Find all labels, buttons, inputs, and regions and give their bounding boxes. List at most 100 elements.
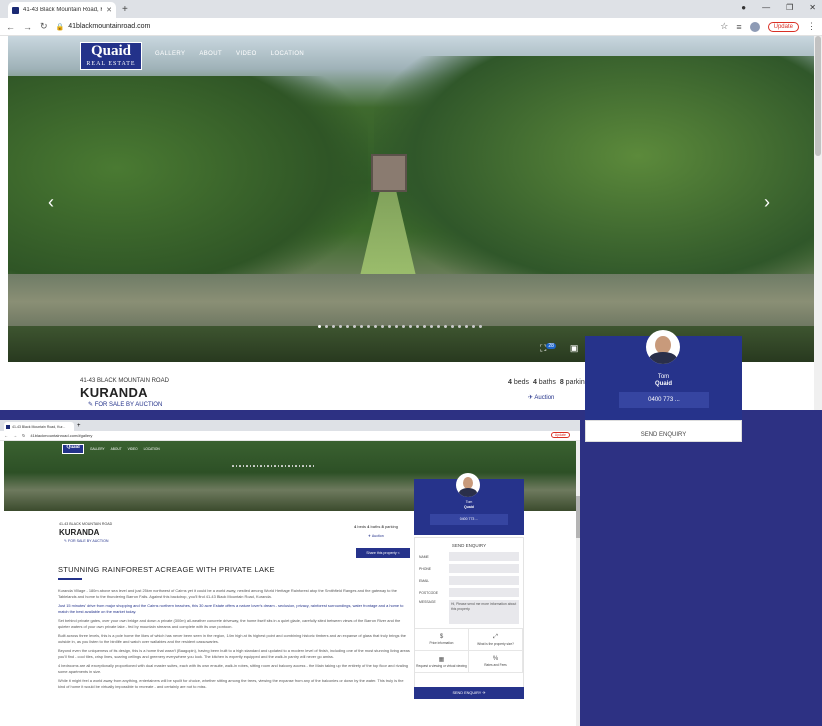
slide-dot[interactable] — [302, 465, 304, 467]
slide-dot[interactable] — [353, 325, 356, 328]
scrollbar-thumb[interactable] — [815, 36, 821, 156]
email-input[interactable] — [449, 576, 519, 585]
slide-dot[interactable] — [325, 325, 328, 328]
slide-dot[interactable] — [305, 465, 307, 467]
reload-icon[interactable]: ↻ — [40, 21, 48, 32]
forward-icon[interactable]: → — [13, 433, 17, 438]
slide-dot[interactable] — [232, 465, 234, 467]
slide-dot[interactable] — [235, 465, 237, 467]
auction-link[interactable]: ✈ Auction — [368, 534, 384, 538]
quaid-logo[interactable]: Quaid REAL ESTATE — [80, 42, 142, 70]
page-scrollbar[interactable] — [814, 36, 822, 410]
slide-dot[interactable] — [260, 465, 262, 467]
message-textarea[interactable]: Hi, Please send me more information abou… — [449, 600, 519, 624]
slide-dot[interactable] — [339, 325, 342, 328]
browser-tab[interactable]: 41-43 Black Mountain Road, Kur... ✕ — [8, 2, 116, 18]
slide-dot[interactable] — [430, 325, 433, 328]
slide-dot[interactable] — [249, 465, 251, 467]
floorplan-icon[interactable]: ▣ — [570, 343, 579, 354]
browser-tab-2[interactable]: 41-43 Black Mountain Road, Kur... — [4, 422, 74, 431]
slide-dot[interactable] — [295, 465, 297, 467]
slide-dot[interactable] — [242, 465, 244, 467]
slide-dot[interactable] — [423, 325, 426, 328]
nav-gallery[interactable]: GALLERY — [155, 51, 185, 57]
nav-video[interactable]: VIDEO — [236, 51, 257, 57]
forward-icon[interactable]: → — [23, 22, 32, 32]
send-enquiry-button[interactable]: SEND ENQUIRY ✈ — [414, 687, 524, 699]
maximize-icon[interactable]: ❐ — [786, 3, 793, 12]
slide-dot[interactable] — [267, 465, 269, 467]
reading-list-icon[interactable]: ≡ — [736, 22, 741, 32]
slide-dot[interactable] — [263, 465, 265, 467]
slide-dot[interactable] — [479, 325, 482, 328]
slide-dot[interactable] — [288, 465, 290, 467]
slide-dot[interactable] — [298, 465, 300, 467]
slide-dot[interactable] — [388, 325, 391, 328]
minimize-icon[interactable]: — — [762, 3, 770, 12]
share-property-button[interactable]: Share this property < — [356, 548, 410, 558]
slide-dot[interactable] — [395, 325, 398, 328]
slide-dot[interactable] — [416, 325, 419, 328]
quaid-logo-2[interactable]: Quaid — [62, 444, 84, 454]
update-button[interactable]: Update — [767, 21, 799, 32]
slide-dot[interactable] — [367, 325, 370, 328]
agent-phone-button[interactable]: 0400 773 ... — [430, 514, 508, 525]
slide-dot[interactable] — [284, 465, 286, 467]
slide-dot[interactable] — [360, 325, 363, 328]
slide-dot[interactable] — [246, 465, 248, 467]
close-tab-icon[interactable]: ✕ — [106, 6, 112, 14]
nav-location[interactable]: LOCATION — [144, 447, 160, 451]
slide-dot[interactable] — [437, 325, 440, 328]
slide-dot[interactable] — [409, 325, 412, 328]
slide-dot[interactable] — [281, 465, 283, 467]
slide-dot[interactable] — [381, 325, 384, 328]
slide-dot[interactable] — [291, 465, 293, 467]
phone-input[interactable] — [449, 564, 519, 573]
close-window-icon[interactable]: ✕ — [809, 3, 816, 12]
slide-dot[interactable] — [312, 465, 314, 467]
slide-dot[interactable] — [451, 325, 454, 328]
option-request-viewing[interactable]: ▦ Request a viewing or virtual viewing — [415, 651, 469, 673]
option-property-size[interactable]: ⤢ What is the property size? — [469, 629, 523, 651]
profile-dot-icon[interactable]: ● — [741, 3, 746, 12]
nav-about[interactable]: ABOUT — [199, 51, 222, 57]
slide-dot[interactable] — [332, 325, 335, 328]
slide-dot[interactable] — [277, 465, 279, 467]
prev-slide-icon[interactable]: ‹ — [48, 192, 54, 213]
profile-avatar[interactable] — [749, 21, 760, 32]
agent-phone-button[interactable]: 0400 773 ... — [619, 392, 709, 408]
slide-dot[interactable] — [402, 325, 405, 328]
reload-icon[interactable]: ↻ — [22, 433, 25, 438]
update-button-2[interactable]: Update — [550, 432, 570, 438]
scrollbar-thumb[interactable] — [576, 496, 580, 538]
url-text-2[interactable]: 41blackmountainroad.com/#gallery — [30, 433, 92, 438]
nav-video[interactable]: VIDEO — [128, 447, 138, 451]
slide-dot[interactable] — [274, 465, 276, 467]
option-rates-fees[interactable]: % Rates and Fees — [469, 651, 523, 673]
nav-about[interactable]: ABOUT — [111, 447, 122, 451]
name-input[interactable] — [449, 552, 519, 561]
back-icon[interactable]: ← — [4, 433, 8, 438]
photos-icon[interactable]: ⛶ 28 — [540, 343, 556, 354]
menu-icon[interactable]: ⋮ — [807, 21, 816, 32]
url-field[interactable]: 🔒 41blackmountainroad.com — [56, 23, 713, 31]
star-icon[interactable]: ☆ — [720, 21, 728, 32]
slide-dot[interactable] — [444, 325, 447, 328]
next-slide-icon[interactable]: › — [764, 192, 770, 213]
slide-dot[interactable] — [239, 465, 241, 467]
auction-link[interactable]: ✈ Auction — [528, 394, 554, 401]
slide-dot[interactable] — [309, 465, 311, 467]
option-price-info[interactable]: $ Price information — [415, 629, 469, 651]
nav-location[interactable]: LOCATION — [271, 51, 304, 57]
back-icon[interactable]: ← — [6, 22, 15, 32]
slide-dot[interactable] — [472, 325, 475, 328]
slide-dot[interactable] — [346, 325, 349, 328]
slide-dot[interactable] — [270, 465, 272, 467]
slide-dot[interactable] — [465, 325, 468, 328]
slide-dot[interactable] — [318, 325, 321, 328]
new-tab-icon[interactable]: + — [122, 4, 128, 15]
nav-gallery[interactable]: GALLERY — [90, 447, 105, 451]
page-scrollbar-2[interactable] — [576, 441, 580, 726]
slide-dot[interactable] — [374, 325, 377, 328]
slide-dot[interactable] — [256, 465, 258, 467]
